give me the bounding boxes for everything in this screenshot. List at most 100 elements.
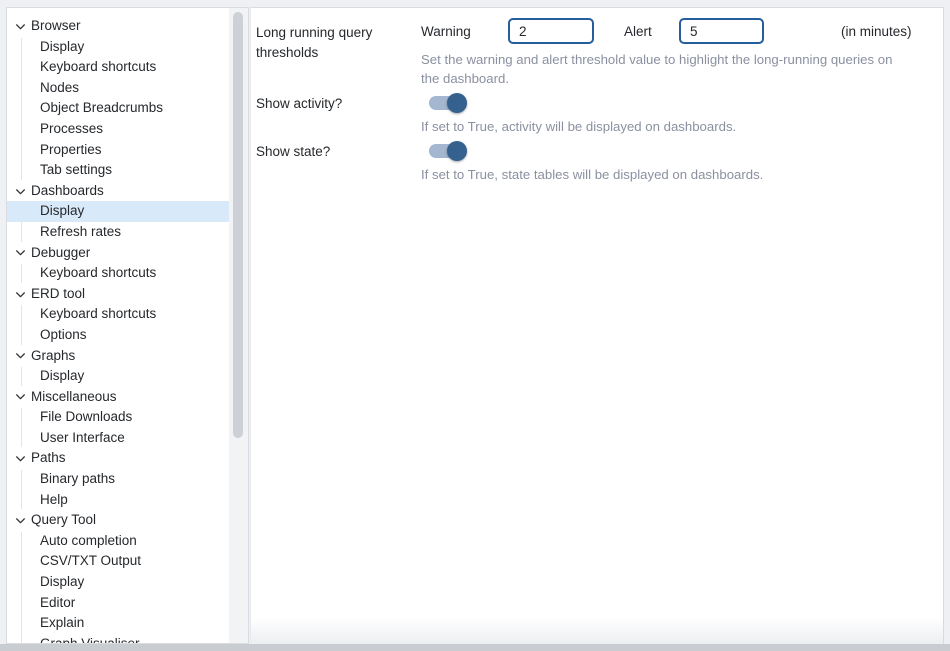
- tree-group-label: Browser: [31, 16, 81, 37]
- tree-item-label: Help: [40, 490, 68, 511]
- tree-item-label: Display: [40, 37, 84, 58]
- show-state-label: Show state?: [256, 140, 421, 162]
- warning-input[interactable]: [508, 18, 594, 44]
- tree-item-browser-display[interactable]: Display: [7, 37, 229, 58]
- tree-children-paths: Binary pathsHelp: [7, 469, 229, 510]
- tree-group-label: Miscellaneous: [31, 387, 117, 408]
- show-activity-help-text: If set to True, activity will be display…: [421, 117, 909, 136]
- tree-children-query-tool: Auto completionCSV/TXT OutputDisplayEdit…: [7, 531, 229, 644]
- tree-item-query-tool-explain[interactable]: Explain: [7, 613, 229, 634]
- chevron-down-icon[interactable]: [13, 452, 27, 466]
- chevron-down-icon[interactable]: [13, 349, 27, 363]
- toggle-thumb[interactable]: [447, 141, 467, 161]
- pref-row-show-state: Show state? If set to True, state tables…: [256, 140, 933, 184]
- tree-item-browser-properties[interactable]: Properties: [7, 140, 229, 161]
- tree-item-query-tool-auto-completion[interactable]: Auto completion: [7, 531, 229, 552]
- tree-item-graphs-display[interactable]: Display: [7, 366, 229, 387]
- chevron-down-icon[interactable]: [13, 184, 27, 198]
- tree-group-label: Paths: [31, 448, 66, 469]
- show-state-control: If set to True, state tables will be dis…: [421, 140, 933, 184]
- unit-label: (in minutes): [841, 24, 912, 39]
- tree-item-browser-nodes[interactable]: Nodes: [7, 78, 229, 99]
- tree-item-miscellaneous-file-downloads[interactable]: File Downloads: [7, 407, 229, 428]
- tree-group-paths[interactable]: Paths: [7, 448, 229, 469]
- tree-item-erd-tool-options[interactable]: Options: [7, 325, 229, 346]
- tree-scrollbar-thumb[interactable]: [233, 12, 243, 438]
- tree-group-erd-tool[interactable]: ERD tool: [7, 284, 229, 305]
- tree-item-label: Tab settings: [40, 160, 112, 181]
- tree-item-label: Display: [40, 572, 84, 593]
- chevron-down-icon[interactable]: [13, 514, 27, 528]
- tree-item-label: Refresh rates: [40, 222, 121, 243]
- pref-row-thresholds: Long running query thresholds Warning Al…: [256, 18, 933, 88]
- tree-group-label: Dashboards: [31, 181, 104, 202]
- tree-item-query-tool-editor[interactable]: Editor: [7, 593, 229, 614]
- tree-group-label: Graphs: [31, 346, 75, 367]
- tree-item-dashboards-refresh-rates[interactable]: Refresh rates: [7, 222, 229, 243]
- warning-label: Warning: [421, 24, 508, 39]
- tree-item-label: Graph Visualiser: [40, 634, 140, 644]
- tree-item-label: Options: [40, 325, 87, 346]
- chevron-down-icon[interactable]: [13, 19, 27, 33]
- tree-group-label: Query Tool: [31, 510, 96, 531]
- tree-item-label: Display: [40, 201, 84, 222]
- preferences-sidebar: BrowserDisplayKeyboard shortcutsNodesObj…: [6, 7, 249, 644]
- show-activity-control: If set to True, activity will be display…: [421, 92, 933, 136]
- tree-item-label: File Downloads: [40, 407, 132, 428]
- pref-row-show-activity: Show activity? If set to True, activity …: [256, 92, 933, 136]
- tree-group-label: ERD tool: [31, 284, 85, 305]
- show-activity-toggle[interactable]: [429, 93, 467, 113]
- tree-item-query-tool-graph-visualiser[interactable]: Graph Visualiser: [7, 634, 229, 644]
- tree-item-dashboards-display[interactable]: Display: [7, 201, 229, 222]
- tree-group-debugger[interactable]: Debugger: [7, 243, 229, 264]
- tree-item-label: Keyboard shortcuts: [40, 304, 156, 325]
- tree-item-label: Processes: [40, 119, 103, 140]
- tree-item-label: Display: [40, 366, 84, 387]
- tree-item-miscellaneous-user-interface[interactable]: User Interface: [7, 428, 229, 449]
- tree-item-label: Object Breadcrumbs: [40, 98, 163, 119]
- tree-children-graphs: Display: [7, 366, 229, 387]
- tree-item-browser-object-breadcrumbs[interactable]: Object Breadcrumbs: [7, 98, 229, 119]
- show-state-toggle[interactable]: [429, 141, 467, 161]
- tree-item-label: Binary paths: [40, 469, 115, 490]
- toggle-thumb[interactable]: [447, 93, 467, 113]
- tree-children-browser: DisplayKeyboard shortcutsNodesObject Bre…: [7, 37, 229, 181]
- tree-item-debugger-keyboard-shortcuts[interactable]: Keyboard shortcuts: [7, 263, 229, 284]
- tree-item-label: Keyboard shortcuts: [40, 57, 156, 78]
- settings-panel: Long running query thresholds Warning Al…: [250, 7, 944, 644]
- tree-group-label: Debugger: [31, 243, 90, 264]
- tree-item-erd-tool-keyboard-shortcuts[interactable]: Keyboard shortcuts: [7, 304, 229, 325]
- tree-children-dashboards: DisplayRefresh rates: [7, 201, 229, 242]
- tree-scrollbar[interactable]: [229, 8, 248, 643]
- tree-group-query-tool[interactable]: Query Tool: [7, 510, 229, 531]
- thresholds-inputs-line: Warning Alert (in minutes): [421, 18, 933, 44]
- tree-item-label: Nodes: [40, 78, 79, 99]
- tree-item-label: Explain: [40, 613, 84, 634]
- tree-item-label: Auto completion: [40, 531, 137, 552]
- show-state-help-text: If set to True, state tables will be dis…: [421, 165, 909, 184]
- show-activity-label: Show activity?: [256, 92, 421, 114]
- tree-item-browser-keyboard-shortcuts[interactable]: Keyboard shortcuts: [7, 57, 229, 78]
- tree-group-graphs[interactable]: Graphs: [7, 346, 229, 367]
- settings-content: Long running query thresholds Warning Al…: [251, 8, 943, 184]
- tree-children-debugger: Keyboard shortcuts: [7, 263, 229, 284]
- tree-item-browser-tab-settings[interactable]: Tab settings: [7, 160, 229, 181]
- thresholds-control: Warning Alert (in minutes) Set the warni…: [421, 18, 933, 88]
- alert-label: Alert: [624, 24, 679, 39]
- chevron-down-icon[interactable]: [13, 287, 27, 301]
- tree-group-dashboards[interactable]: Dashboards: [7, 181, 229, 202]
- thresholds-label: Long running query thresholds: [256, 18, 421, 63]
- chevron-down-icon[interactable]: [13, 390, 27, 404]
- alert-input[interactable]: [679, 18, 764, 44]
- tree-item-browser-processes[interactable]: Processes: [7, 119, 229, 140]
- thresholds-help-text: Set the warning and alert threshold valu…: [421, 50, 909, 88]
- tree-item-label: CSV/TXT Output: [40, 551, 141, 572]
- tree-item-paths-help[interactable]: Help: [7, 490, 229, 511]
- chevron-down-icon[interactable]: [13, 246, 27, 260]
- tree-item-label: Properties: [40, 140, 102, 161]
- tree-item-paths-binary-paths[interactable]: Binary paths: [7, 469, 229, 490]
- tree-item-query-tool-csv-txt-output[interactable]: CSV/TXT Output: [7, 551, 229, 572]
- tree-item-query-tool-display[interactable]: Display: [7, 572, 229, 593]
- tree-group-miscellaneous[interactable]: Miscellaneous: [7, 387, 229, 408]
- tree-group-browser[interactable]: Browser: [7, 16, 229, 37]
